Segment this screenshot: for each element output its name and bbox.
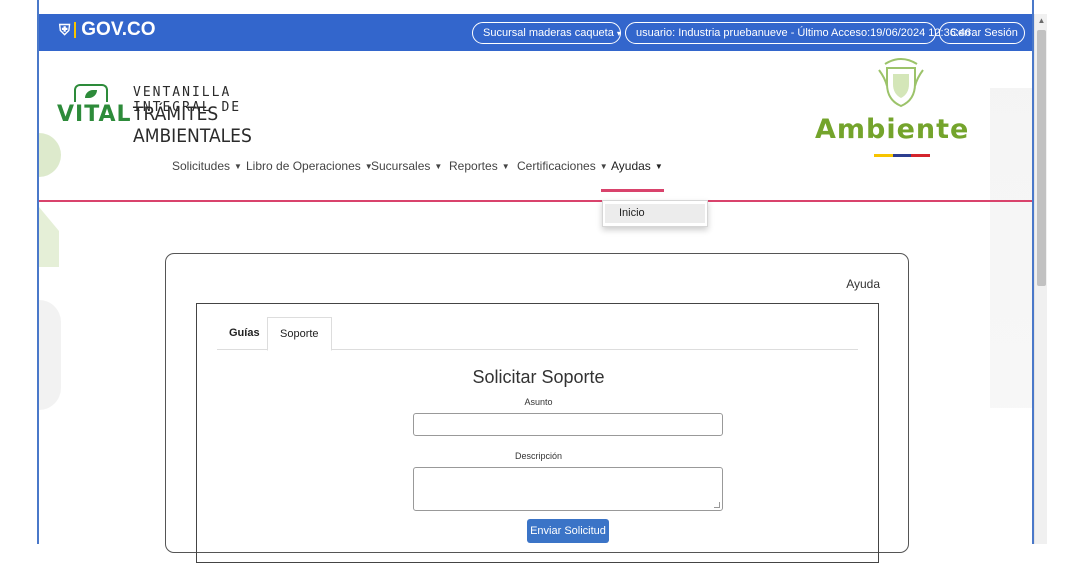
tab-soporte[interactable]: Soporte	[267, 317, 332, 351]
nav-ayudas[interactable]: Ayudas ▼	[611, 159, 663, 173]
nav-reportes[interactable]: Reportes ▼	[449, 159, 510, 173]
content-card: Ayuda Guías Soporte Solicitar Soporte As…	[165, 253, 909, 563]
nav-label: Reportes	[449, 159, 498, 173]
logout-button[interactable]: Cerrar Sesión	[939, 22, 1025, 44]
sucursal-label: Sucursal maderas caqueta	[483, 27, 614, 39]
colombia-shield-icon: ⛨	[59, 21, 71, 39]
ambiente-wordmark: Ambiente	[815, 114, 970, 145]
caret-down-icon: ▼	[599, 162, 608, 171]
caret-down-icon: ▼	[234, 162, 242, 171]
vital-logo[interactable]: VITAL VENTANILLA INTEGRAL DE TRÁMITES AM…	[57, 84, 317, 147]
asunto-input[interactable]	[413, 413, 723, 436]
background-watermark-shape	[39, 207, 59, 267]
nav-label: Certificaciones	[517, 159, 596, 173]
scroll-up-arrow-icon[interactable]: ▲	[1035, 14, 1048, 28]
nav-label: Libro de Operaciones	[246, 159, 361, 173]
national-crest-icon	[878, 58, 924, 108]
user-info-pill[interactable]: usuario: Industria pruebanueve - Último …	[625, 22, 971, 44]
caret-down-icon: ▼	[501, 162, 510, 171]
nav-sucursales[interactable]: Sucursales ▼	[371, 159, 442, 173]
nav-label: Solicitudes	[172, 159, 231, 173]
chevron-down-icon: ▾	[616, 29, 621, 38]
vital-tagline-2: TRÁMITES AMBIENTALES	[133, 103, 252, 147]
nav-certificaciones[interactable]: Certificaciones ▼	[517, 159, 608, 173]
nav-solicitudes[interactable]: Solicitudes ▼	[172, 159, 242, 173]
sucursal-selector[interactable]: Sucursal maderas caqueta ▾	[472, 22, 621, 44]
background-watermark-shape	[39, 300, 61, 410]
asunto-label: Asunto	[524, 397, 553, 407]
gov-co-bar: ⛨ GOV.CO Sucursal maderas caqueta ▾ usua…	[39, 14, 1032, 51]
leaf-icon	[74, 84, 108, 102]
scroll-thumb[interactable]	[1037, 30, 1046, 286]
form-title: Solicitar Soporte	[472, 367, 605, 387]
nav-active-indicator	[601, 189, 664, 192]
caret-down-icon: ▼	[654, 162, 663, 171]
descripcion-label: Descripción	[514, 451, 563, 461]
caret-down-icon: ▼	[434, 162, 443, 171]
help-link[interactable]: Ayuda	[846, 277, 880, 291]
ayudas-dropdown-menu: Inicio	[602, 200, 708, 227]
vertical-scrollbar[interactable]: ▲	[1034, 14, 1047, 544]
tab-bar: Guías Soporte	[217, 317, 858, 351]
nav-label: Ayudas	[611, 159, 651, 173]
menu-item-inicio[interactable]: Inicio	[605, 204, 705, 223]
gov-co-logo[interactable]: ⛨ GOV.CO	[59, 19, 156, 41]
nav-libro-operaciones[interactable]: Libro de Operaciones ▼	[246, 159, 373, 173]
enviar-solicitud-button[interactable]: Enviar Solicitud	[527, 519, 609, 543]
nav-label: Sucursales	[371, 159, 431, 173]
logo-divider	[74, 22, 77, 38]
browser-frame: ▲ ⛨ GOV.CO Sucursal maderas caqueta ▾ us…	[0, 0, 1069, 563]
tab-guias[interactable]: Guías	[217, 317, 272, 350]
descripcion-textarea[interactable]	[413, 467, 723, 511]
main-nav: Solicitudes ▼ Libro de Operaciones ▼ Sucur…	[39, 154, 1032, 202]
ambiente-logo: Ambiente	[791, 56, 1011, 163]
vital-wordmark: VITAL	[57, 102, 132, 127]
support-panel: Guías Soporte Solicitar Soporte Asunto D…	[196, 303, 879, 563]
gov-co-text: GOV.CO	[81, 19, 156, 40]
